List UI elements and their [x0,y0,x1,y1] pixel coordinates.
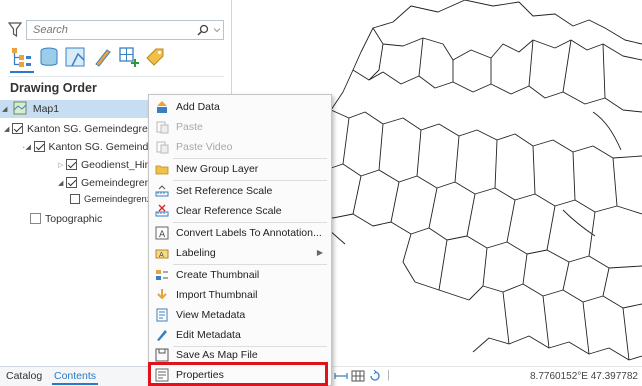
import-icon [157,289,167,300]
pencil-icon [157,330,167,341]
list-by-source-icon[interactable] [38,46,60,68]
tree-item-label: Map1 [32,103,60,115]
separator: | [387,369,390,381]
menu-item-properties[interactable]: Properties [149,365,331,385]
coordinate-readout: 8.7760152°E 47.397782 [530,371,638,382]
menu-item-labeling[interactable]: A Labeling ▶ [149,243,331,263]
list-by-labeling-icon[interactable] [144,46,166,68]
view-metadata-icon [156,308,168,322]
search-input[interactable] [27,21,197,39]
layer-checkbox[interactable] [33,141,45,152]
expand-triangle-icon[interactable]: ◢ [4,121,12,139]
group-layer-icon [155,165,169,175]
convert-labels-icon: A [155,226,169,240]
expand-triangle-icon[interactable]: ◢ [26,139,34,157]
legend-swatch [70,194,80,204]
search-icon[interactable] [197,24,209,36]
tree-item-label: Kanton SG. Gemeindegren [27,123,154,135]
menu-item-view-metadata[interactable]: View Metadata [149,305,331,325]
submenu-arrow-icon: ▶ [316,248,323,257]
drawing-order-heading: Drawing Order [10,81,97,95]
refresh-icon[interactable] [368,370,382,382]
menu-item-import-thumbnail[interactable]: Import Thumbnail [149,285,331,305]
tree-item-basemap[interactable]: Topographic [30,210,102,228]
save-map-file-icon [155,348,169,362]
tab-catalog[interactable]: Catalog [6,370,42,382]
toolbar-active-indicator [10,71,34,73]
properties-icon [155,368,169,382]
context-menu: Add Data Paste Paste Video New Group Lay… [148,94,332,386]
menu-item-set-reference-scale[interactable]: Set Reference Scale [149,181,331,201]
search-box [26,20,224,40]
create-thumbnail-icon [156,270,168,280]
tree-item-label: Kanton SG. Gemeinde [48,141,155,153]
search-row [8,20,224,40]
paste-video-icon [156,141,169,154]
tree-item-sub-layer[interactable]: ·◢ Kanton SG. Gemeinde [22,138,154,156]
menu-item-save-as-map-file[interactable]: Save As Map File [149,345,331,365]
contents-toolbar [10,46,230,70]
list-by-drawing-order-icon[interactable] [10,46,32,68]
clear-reference-scale-icon [155,204,169,217]
menu-item-create-thumbnail[interactable]: Create Thumbnail [149,265,331,285]
filter-icon[interactable] [8,22,22,38]
paste-icon [156,121,169,134]
divider [8,76,224,77]
svg-text:A: A [159,230,166,240]
scale-bar-icon[interactable] [334,370,348,382]
menu-item-paste-video[interactable]: Paste Video [149,137,331,157]
list-by-selection-icon[interactable] [64,46,86,68]
expand-triangle-icon[interactable]: ◢ [2,101,10,119]
add-data-icon [157,101,167,113]
menu-item-convert-labels[interactable]: A Convert Labels To Annotation... [149,223,331,243]
set-reference-scale-icon [155,185,169,197]
collapse-triangle-icon[interactable]: ▷ [58,157,66,175]
svg-text:A: A [159,251,164,259]
menu-item-add-data[interactable]: Add Data [149,97,331,117]
tree-item-label: Topographic [45,213,103,225]
layer-checkbox[interactable] [66,177,77,188]
menu-item-edit-metadata[interactable]: Edit Metadata [149,325,331,345]
expand-triangle-icon[interactable]: ◢ [58,175,66,193]
menu-item-paste[interactable]: Paste [149,117,331,137]
list-by-snapping-icon[interactable] [118,46,140,68]
tree-item-group-layer[interactable]: ◢ Kanton SG. Gemeindegren [4,120,154,138]
tab-contents[interactable]: Contents [52,370,99,385]
chevron-down-icon[interactable] [214,27,220,33]
map-icon [13,101,27,115]
tree-item-layer-2[interactable]: ◢ Gemeindegrenze [58,174,162,192]
layer-checkbox[interactable] [12,123,23,134]
layer-checkbox[interactable] [66,159,77,170]
grid-icon[interactable] [351,370,365,382]
layer-checkbox[interactable] [30,213,41,224]
labeling-icon: A [155,249,169,259]
list-by-editing-icon[interactable] [92,46,114,68]
menu-item-clear-reference-scale[interactable]: Clear Reference Scale [149,201,331,221]
menu-item-new-group-layer[interactable]: New Group Layer [149,159,331,179]
